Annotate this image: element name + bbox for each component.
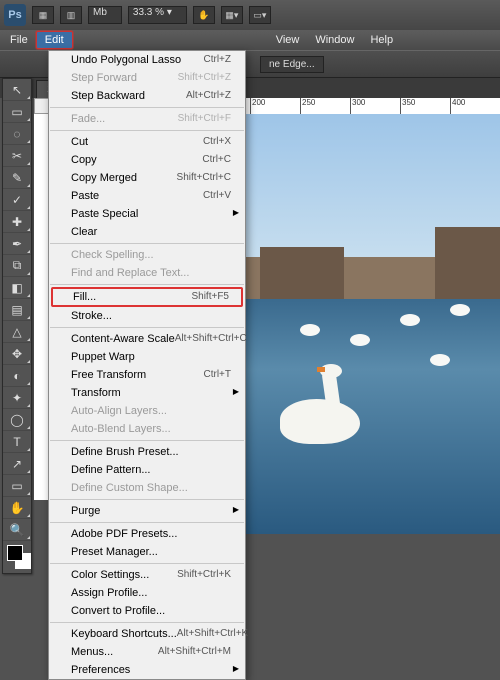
menu-item-copy-merged[interactable]: Copy MergedShift+Ctrl+C xyxy=(49,169,245,187)
menu-item-step-backward[interactable]: Step BackwardAlt+Ctrl+Z xyxy=(49,87,245,105)
tool-4[interactable]: ✎ xyxy=(3,167,31,189)
ruler-tick: 200 xyxy=(250,98,300,114)
ruler-tick: 250 xyxy=(300,98,350,114)
arrange-icon[interactable]: ▦▾ xyxy=(221,6,243,24)
tool-16[interactable]: T xyxy=(3,431,31,453)
menu-item-preset-manager[interactable]: Preset Manager... xyxy=(49,543,245,561)
menu-item-content-aware-scale[interactable]: Content-Aware ScaleAlt+Shift+Ctrl+C xyxy=(49,330,245,348)
tool-18[interactable]: ▭ xyxy=(3,475,31,497)
menu-item-check-spelling: Check Spelling... xyxy=(49,246,245,264)
menu-item-convert-to-profile[interactable]: Convert to Profile... xyxy=(49,602,245,620)
title-bar: Ps ▦ ▥ Mb 33.3 % ▾ ✋ ▦▾ ▭▾ xyxy=(0,0,500,30)
menu-help[interactable]: Help xyxy=(362,32,401,48)
menu-item-copy[interactable]: CopyCtrl+C xyxy=(49,151,245,169)
image-swan xyxy=(270,364,380,454)
tool-8[interactable]: ⧉ xyxy=(3,255,31,277)
tool-19[interactable]: ✋ xyxy=(3,497,31,519)
ruler-tick: 400 xyxy=(450,98,500,114)
tool-9[interactable]: ◧ xyxy=(3,277,31,299)
image-bird xyxy=(450,304,470,316)
tool-20[interactable]: 🔍 xyxy=(3,519,31,541)
menu-item-paste[interactable]: PasteCtrl+V xyxy=(49,187,245,205)
menu-bar: File Edit View Window Help xyxy=(0,30,500,50)
bridge-icon[interactable]: ▦ xyxy=(32,6,54,24)
tool-3[interactable]: ✂ xyxy=(3,145,31,167)
menu-item-transform[interactable]: Transform▶ xyxy=(49,384,245,402)
edit-menu-dropdown: Undo Polygonal LassoCtrl+ZStep ForwardSh… xyxy=(48,50,246,680)
image-bird xyxy=(430,354,450,366)
tool-6[interactable]: ✚ xyxy=(3,211,31,233)
menu-item-define-custom-shape: Define Custom Shape... xyxy=(49,479,245,497)
zoom-level[interactable]: 33.3 % ▾ xyxy=(128,6,187,24)
screen-mode-icon[interactable]: ▭▾ xyxy=(249,6,271,24)
tool-10[interactable]: ▤ xyxy=(3,299,31,321)
menu-item-free-transform[interactable]: Free TransformCtrl+T xyxy=(49,366,245,384)
tool-11[interactable]: △ xyxy=(3,321,31,343)
menu-item-paste-special[interactable]: Paste Special▶ xyxy=(49,205,245,223)
menu-item-menus[interactable]: Menus...Alt+Shift+Ctrl+M xyxy=(49,643,245,661)
tool-15[interactable]: ◯ xyxy=(3,409,31,431)
menu-item-purge[interactable]: Purge▶ xyxy=(49,502,245,520)
menu-item-auto-blend-layers: Auto-Blend Layers... xyxy=(49,420,245,438)
menu-item-adobe-pdf-presets[interactable]: Adobe PDF Presets... xyxy=(49,525,245,543)
menu-item-preferences[interactable]: Preferences▶ xyxy=(49,661,245,679)
menu-item-fade: Fade...Shift+Ctrl+F xyxy=(49,110,245,128)
tool-5[interactable]: ✓ xyxy=(3,189,31,211)
menu-file[interactable]: File xyxy=(2,32,36,48)
menu-item-stroke[interactable]: Stroke... xyxy=(49,307,245,325)
image-bird xyxy=(300,324,320,336)
doc-selector[interactable]: Mb xyxy=(88,6,122,24)
menu-item-find-and-replace-text: Find and Replace Text... xyxy=(49,264,245,282)
tool-13[interactable]: ◐ xyxy=(3,365,31,387)
tool-17[interactable]: ↗ xyxy=(3,453,31,475)
ruler-tick: 350 xyxy=(400,98,450,114)
menu-item-cut[interactable]: CutCtrl+X xyxy=(49,133,245,151)
app-logo: Ps xyxy=(4,4,26,26)
menu-item-keyboard-shortcuts[interactable]: Keyboard Shortcuts...Alt+Shift+Ctrl+K xyxy=(49,625,245,643)
ruler-tick: 300 xyxy=(350,98,400,114)
menu-item-define-pattern[interactable]: Define Pattern... xyxy=(49,461,245,479)
refine-edge-button[interactable]: ne Edge... xyxy=(260,56,324,73)
menu-edit[interactable]: Edit xyxy=(36,31,73,49)
tool-1[interactable]: ▭ xyxy=(3,101,31,123)
foreground-color[interactable] xyxy=(7,545,23,561)
tool-12[interactable]: ✥ xyxy=(3,343,31,365)
tool-2[interactable]: ◌ xyxy=(3,123,31,145)
menu-window[interactable]: Window xyxy=(307,32,362,48)
tool-14[interactable]: ✦ xyxy=(3,387,31,409)
menu-item-puppet-warp[interactable]: Puppet Warp xyxy=(49,348,245,366)
hand-icon[interactable]: ✋ xyxy=(193,6,215,24)
menu-item-auto-align-layers: Auto-Align Layers... xyxy=(49,402,245,420)
menu-item-fill[interactable]: Fill...Shift+F5 xyxy=(51,287,243,307)
menu-view[interactable]: View xyxy=(268,32,308,48)
menu-item-color-settings[interactable]: Color Settings...Shift+Ctrl+K xyxy=(49,566,245,584)
image-bird xyxy=(400,314,420,326)
menu-item-define-brush-preset[interactable]: Define Brush Preset... xyxy=(49,443,245,461)
menu-item-assign-profile[interactable]: Assign Profile... xyxy=(49,584,245,602)
tool-7[interactable]: ✒ xyxy=(3,233,31,255)
mini-bridge-icon[interactable]: ▥ xyxy=(60,6,82,24)
tool-0[interactable]: ↖ xyxy=(3,79,31,101)
menu-item-clear[interactable]: Clear xyxy=(49,223,245,241)
menu-item-step-forward: Step ForwardShift+Ctrl+Z xyxy=(49,69,245,87)
menu-item-undo-polygonal-lasso[interactable]: Undo Polygonal LassoCtrl+Z xyxy=(49,51,245,69)
image-bird xyxy=(350,334,370,346)
